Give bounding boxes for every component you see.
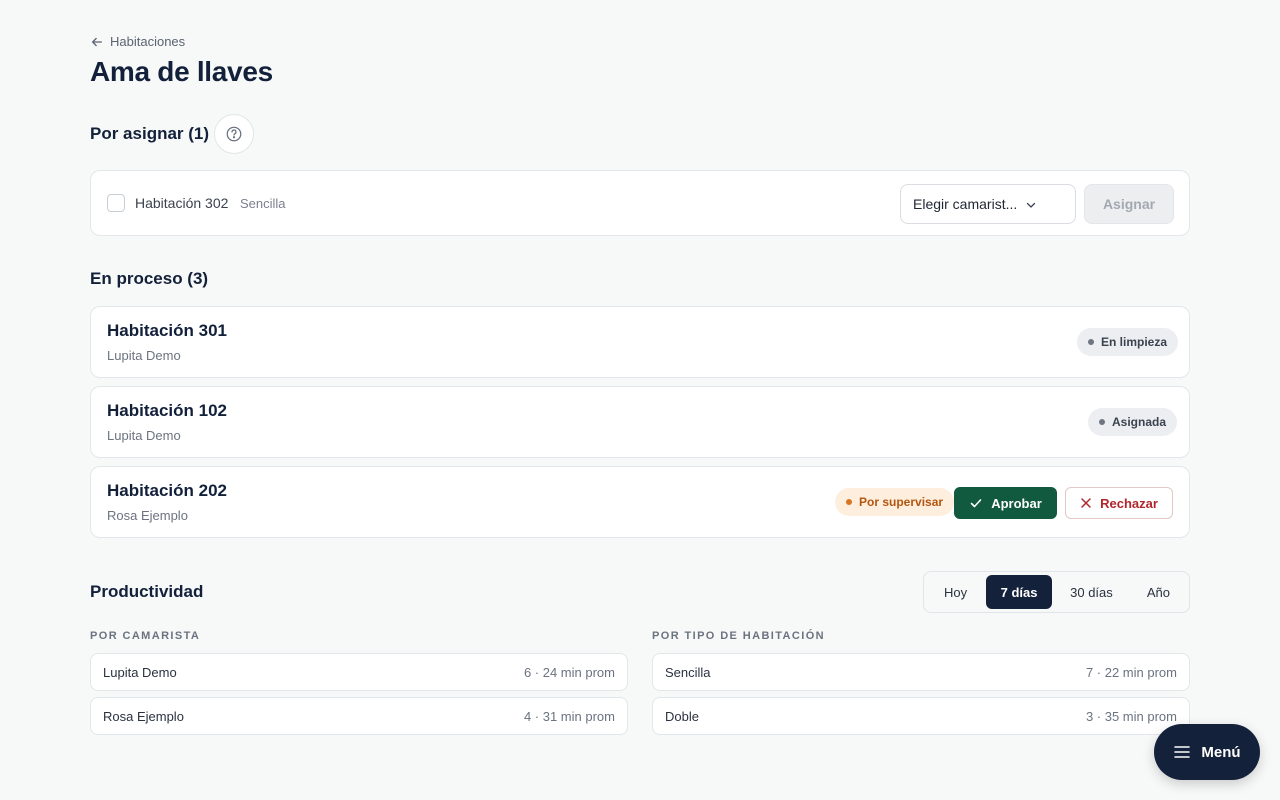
breadcrumb-label: Habitaciones [110, 34, 186, 49]
status-badge: Por supervisar [835, 488, 955, 516]
reject-label: Rechazar [1100, 495, 1158, 511]
stat-value: 3 · 35 min prom [1085, 708, 1177, 724]
by-housekeeper-label: POR CAMARISTA [90, 630, 201, 642]
approve-button[interactable]: Aprobar [954, 487, 1057, 519]
menu-label: Menú [1201, 743, 1241, 761]
status-badge: En limpieza [1077, 328, 1179, 356]
stat-value: 4 · 31 min prom [523, 708, 615, 724]
by-room-type-label: POR TIPO DE HABITACIÓN [652, 630, 825, 642]
unassigned-room-type: Sencilla [240, 196, 286, 211]
room-select-checkbox[interactable] [107, 194, 125, 212]
range-tab-30-days[interactable]: 30 días [1054, 575, 1129, 609]
room-card: Habitación 301 Lupita Demo En limpieza [90, 306, 1190, 378]
stat-name: Rosa Ejemplo [103, 708, 184, 724]
range-tab-today[interactable]: Hoy [927, 575, 984, 609]
status-dot [1099, 419, 1105, 425]
reject-button[interactable]: Rechazar [1065, 487, 1173, 519]
stat-name: Lupita Demo [103, 664, 177, 680]
room-name: Habitación 102 [107, 401, 227, 420]
stat-value: 6 · 24 min prom [523, 664, 615, 680]
status-badge: Asignada [1088, 408, 1178, 436]
room-assignee: Rosa Ejemplo [107, 508, 188, 523]
close-icon [1081, 498, 1091, 508]
housekeeper-select[interactable]: Elegir camarist... [900, 184, 1076, 224]
unassigned-section-title: Por asignar (1) [90, 124, 210, 143]
unassigned-room-card: Habitación 302 Sencilla Elegir camarist.… [90, 170, 1190, 236]
list-item: Lupita Demo 6 · 24 min prom [90, 653, 628, 691]
check-icon [970, 499, 982, 508]
productivity-section-title: Productividad [90, 582, 204, 601]
assign-button[interactable]: Asignar [1084, 184, 1174, 224]
help-circle-icon [226, 126, 242, 142]
range-tab-7-days[interactable]: 7 días [986, 575, 1053, 609]
arrow-left-icon [91, 37, 103, 46]
room-card: Habitación 202 Rosa Ejemplo Por supervis… [90, 466, 1190, 538]
status-dot [1088, 339, 1094, 345]
approve-label: Aprobar [991, 495, 1042, 511]
room-assignee: Lupita Demo [107, 348, 181, 363]
status-label: Por supervisar [859, 495, 944, 509]
stat-name: Doble [665, 708, 699, 724]
menu-button[interactable]: Menú [1154, 724, 1260, 780]
status-dot [846, 499, 852, 505]
list-item: Doble 3 · 35 min prom [652, 697, 1190, 735]
stat-value: 7 · 22 min prom [1085, 664, 1177, 680]
range-tab-year[interactable]: Año [1131, 575, 1186, 609]
page-title: Ama de llaves [90, 56, 273, 87]
room-name: Habitación 301 [107, 321, 227, 340]
in-progress-section-title: En proceso (3) [90, 269, 209, 288]
list-item: Rosa Ejemplo 4 · 31 min prom [90, 697, 628, 735]
list-item: Sencilla 7 · 22 min prom [652, 653, 1190, 691]
stat-name: Sencilla [665, 664, 711, 680]
breadcrumb[interactable]: Habitaciones [90, 34, 185, 49]
status-label: En limpieza [1101, 335, 1168, 349]
room-assignee: Lupita Demo [107, 428, 181, 443]
housekeeper-select-value: Elegir camarist... [913, 196, 1018, 212]
room-card: Habitación 102 Lupita Demo Asignada [90, 386, 1190, 458]
time-range-selector: Hoy 7 días 30 días Año [923, 571, 1190, 613]
chevron-down-icon [1026, 202, 1036, 208]
unassigned-room-name: Habitación 302 [135, 195, 229, 211]
status-label: Asignada [1112, 415, 1167, 429]
hamburger-icon [1174, 746, 1191, 758]
help-button[interactable] [214, 114, 254, 154]
room-name: Habitación 202 [107, 481, 227, 500]
